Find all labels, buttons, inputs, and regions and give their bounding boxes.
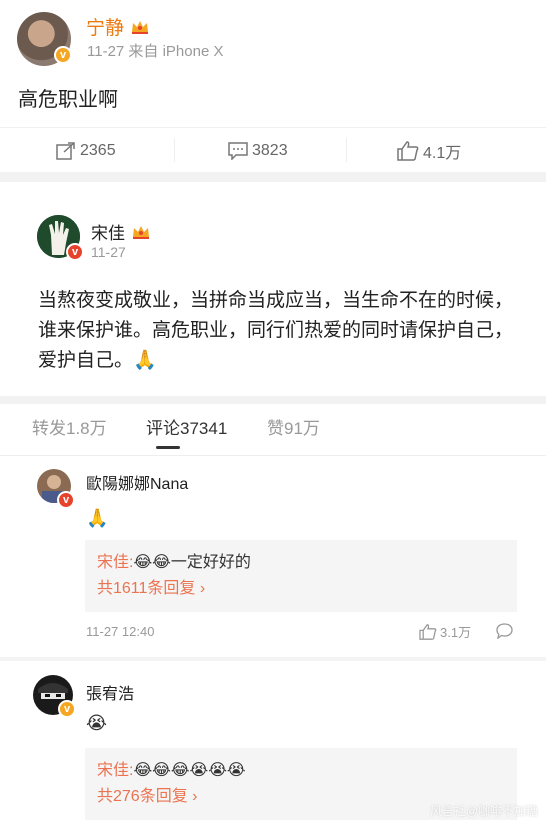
comment-text: 😭 (86, 713, 108, 733)
comment-author[interactable]: 歐陽娜娜Nana (86, 470, 188, 494)
thumbs-up-icon (397, 140, 419, 161)
vip-crown-icon (133, 226, 149, 239)
reply-author[interactable]: 宋佳: (97, 554, 133, 571)
watermark: 风言社@咖啡不加糖 (429, 804, 538, 818)
reply-line: 宋佳:😂😂😂😭😭😭 (97, 758, 505, 784)
tab-comments[interactable]: 评论37341 (146, 414, 227, 439)
like-count: 4.1万 (423, 144, 462, 162)
comment-text: 🙏 (86, 508, 109, 528)
reply-line: 宋佳:😂😂一定好好的 (97, 550, 505, 576)
reply-text: 😂😂一定好好的 (133, 554, 251, 571)
repost-card: v 宁静 11-27 来自 iPhone X 高危职业啊 2365 3823 4… (0, 0, 546, 172)
comment-time: 11-27 12:40 (86, 624, 155, 639)
author-name-label: 宁静 (86, 18, 125, 39)
thumbs-up-icon (419, 623, 437, 640)
tab-likes[interactable]: 赞91万 (267, 414, 320, 439)
comment-icon (228, 141, 248, 160)
comment-count: 3823 (252, 141, 288, 159)
section-gap (0, 172, 546, 182)
divider (346, 138, 347, 162)
repost-icon (56, 141, 75, 160)
reply-bubble-icon[interactable] (496, 623, 513, 639)
divider (174, 138, 175, 162)
post-body: 当熬夜变成敬业，当拼命当成应当，当生命不在的时候，谁来保护谁。高危职业，同行们热… (38, 290, 514, 371)
chevron-right-icon: › (187, 788, 198, 805)
reply-count-label: 共276条回复 (97, 788, 188, 805)
author-name[interactable]: 宋佳 (91, 219, 151, 244)
verified-badge-icon: v (58, 700, 76, 718)
verified-badge-icon: v (57, 491, 75, 509)
comment-author[interactable]: 張宥浩 (86, 680, 134, 704)
comment-item: v 歐陽娜娜Nana 🙏 宋佳:😂😂一定好好的 共1611条回复 › 11-27… (0, 457, 546, 657)
active-tab-indicator (156, 446, 180, 449)
reply-text: 😂😂😂😭😭😭 (133, 762, 246, 779)
section-gap (0, 396, 546, 404)
tab-bar: 转发1.8万 评论37341 赞91万 (0, 404, 546, 456)
like-count: 3.1万 (440, 625, 472, 640)
verified-badge-icon: v (66, 243, 84, 261)
like-button[interactable]: 4.1万 (397, 128, 461, 173)
view-replies-link[interactable]: 共1611条回复 › (97, 576, 505, 602)
repost-count: 2365 (80, 141, 116, 159)
verified-badge-icon: v (54, 46, 72, 64)
chevron-right-icon: › (195, 580, 206, 597)
original-post: v 宋佳 11-27 当熬夜变成敬业，当拼命当成应当，当生命不在的时候，谁来保护… (0, 182, 546, 396)
author-name[interactable]: 宁静 (86, 13, 150, 40)
comment-item: v 張宥浩 😭 宋佳:😂😂😂😭😭😭 共276条回复 › (0, 661, 546, 825)
reply-preview[interactable]: 宋佳:😂😂一定好好的 共1611条回复 › (85, 540, 517, 612)
post-text: 高危职业啊 (18, 89, 118, 111)
reply-author[interactable]: 宋佳: (97, 762, 133, 779)
vip-crown-icon (132, 21, 149, 34)
author-name-label: 宋佳 (91, 224, 125, 243)
post-meta: 11-27 来自 iPhone X (87, 43, 224, 60)
comment-like-button[interactable]: 3.1万 (419, 622, 471, 641)
repost-button[interactable]: 2365 (56, 128, 116, 173)
comment-button[interactable]: 3823 (228, 128, 288, 173)
reply-count-label: 共1611条回复 (97, 580, 196, 597)
tab-reposts[interactable]: 转发1.8万 (32, 414, 107, 439)
action-bar: 2365 3823 4.1万 (0, 127, 546, 172)
post-date: 11-27 (91, 244, 126, 260)
